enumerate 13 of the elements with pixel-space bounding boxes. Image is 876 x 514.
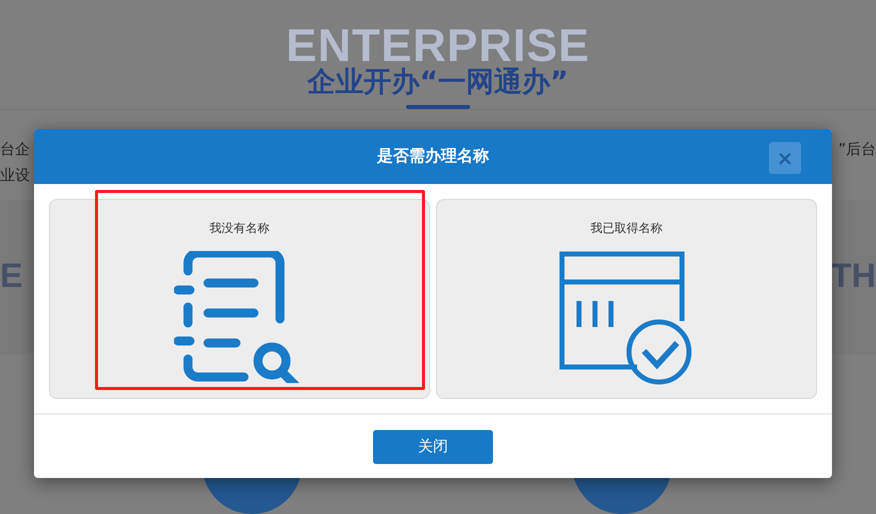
page-title: 企业开办“一网通办” — [308, 65, 568, 99]
dialog-title: 是否需办理名称 — [377, 146, 489, 167]
option-card[interactable]: 我没有名称 — [49, 199, 430, 399]
intro-text: 业设 — [0, 165, 30, 186]
close-dialog-button[interactable]: 关闭 — [373, 430, 493, 464]
option-label: 我没有名称 — [210, 220, 270, 237]
backdrop-word: ENTERPRISE — [286, 26, 590, 64]
intro-text: 台企 — [0, 139, 30, 160]
intro-text: ”后台 — [838, 139, 876, 160]
option-card[interactable]: 我已取得名称 — [436, 199, 817, 399]
option-label: 我已取得名称 — [590, 220, 662, 237]
calendar-check-icon — [558, 251, 694, 387]
title-underline — [406, 105, 470, 109]
